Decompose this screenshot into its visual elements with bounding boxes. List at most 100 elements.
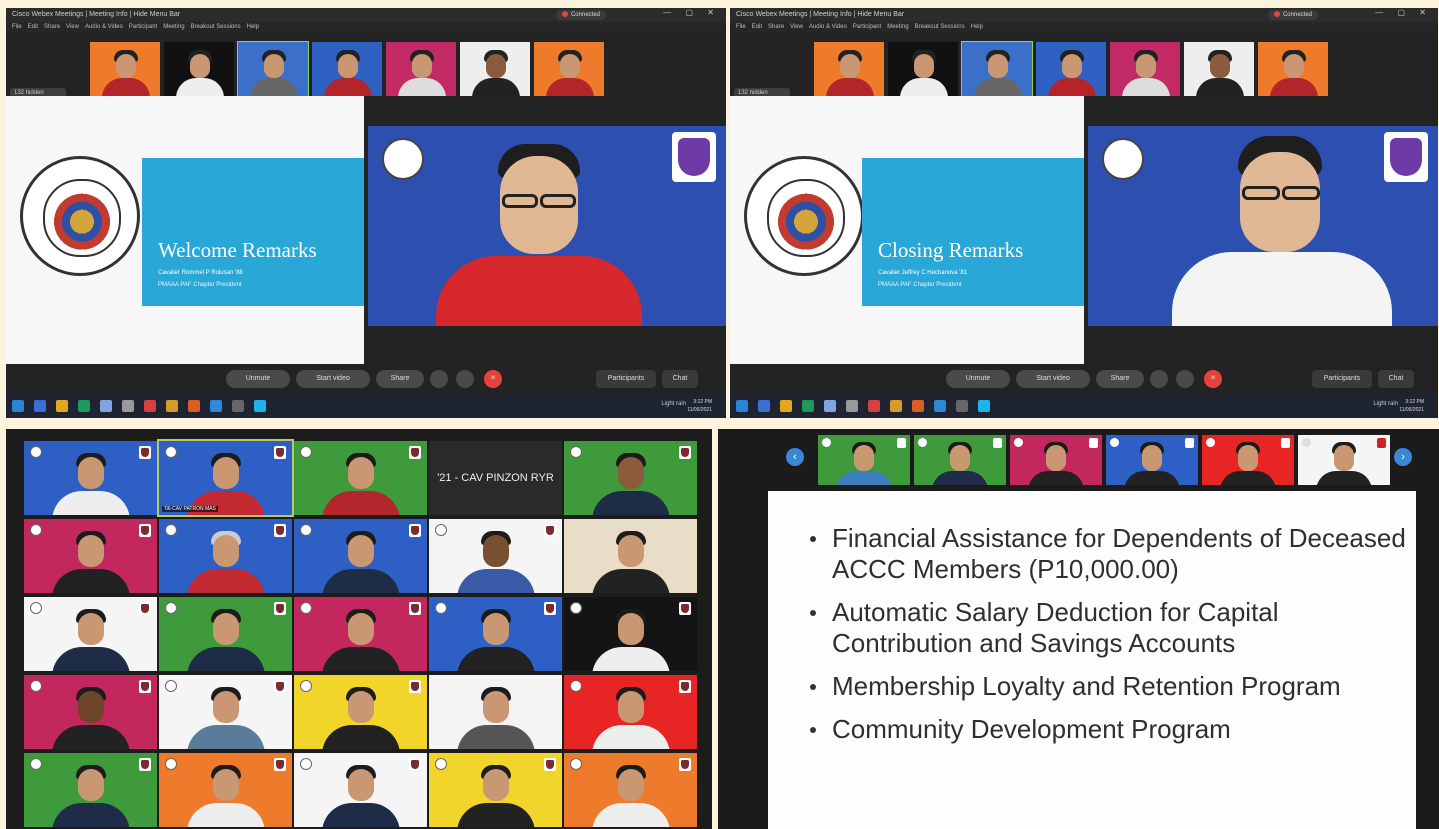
next-page-icon[interactable]: › (1394, 448, 1412, 466)
menu-share[interactable]: Share (768, 24, 784, 30)
participant-thumb[interactable] (90, 42, 160, 96)
participant-tile[interactable] (294, 441, 427, 515)
participant-name-tile[interactable]: '21 - CAV PINZON RYR (429, 441, 562, 515)
participant-thumb[interactable] (961, 41, 1033, 97)
participant-tile[interactable] (159, 597, 292, 671)
start-icon[interactable] (12, 400, 24, 412)
participant-tile[interactable] (24, 441, 157, 515)
participant-thumb[interactable] (237, 41, 309, 97)
taskbar-app-icon[interactable] (122, 400, 134, 412)
taskbar-app-icon[interactable] (890, 400, 902, 412)
share-button[interactable]: Share (1096, 370, 1144, 388)
chat-button[interactable]: Chat (662, 370, 698, 388)
participant-tile[interactable] (429, 675, 562, 749)
start-video-button[interactable]: Start video (296, 370, 370, 388)
menu-view[interactable]: View (66, 24, 79, 30)
participant-thumb[interactable] (1258, 42, 1328, 96)
participant-thumb[interactable] (386, 42, 456, 96)
taskbar-app-icon[interactable] (144, 400, 156, 412)
menu-participant[interactable]: Participant (129, 24, 157, 30)
participant-thumb[interactable] (1298, 435, 1390, 485)
reactions-icon[interactable] (430, 370, 448, 388)
menu-view[interactable]: View (790, 24, 803, 30)
menu-edit[interactable]: Edit (752, 24, 762, 30)
participant-tile[interactable] (159, 753, 292, 827)
menu-file[interactable]: File (736, 24, 746, 30)
menu-audio-video[interactable]: Audio & Video (85, 24, 123, 30)
menu-participant[interactable]: Participant (853, 24, 881, 30)
participant-thumb[interactable] (1106, 435, 1198, 485)
webex-taskbar-icon[interactable] (254, 400, 266, 412)
menu-meeting[interactable]: Meeting (163, 24, 184, 30)
menu-breakout[interactable]: Breakout Sessions (191, 24, 241, 30)
participant-tile[interactable] (294, 597, 427, 671)
participant-tile[interactable] (294, 753, 427, 827)
participant-tile-active[interactable]: '06-CAV PATRON MAS (157, 439, 294, 517)
participant-thumb[interactable] (914, 435, 1006, 485)
taskbar-app-icon[interactable] (210, 400, 222, 412)
taskbar-app-icon[interactable] (780, 400, 792, 412)
menu-file[interactable]: File (12, 24, 22, 30)
share-button[interactable]: Share (376, 370, 424, 388)
end-meeting-icon[interactable]: ✕ (1204, 370, 1222, 388)
unmute-button[interactable]: Unmute (226, 370, 290, 388)
participant-tile[interactable] (564, 519, 697, 593)
participant-thumb[interactable] (534, 42, 604, 96)
taskbar-app-icon[interactable] (100, 400, 112, 412)
participant-tile[interactable] (294, 519, 427, 593)
chat-button[interactable]: Chat (1378, 370, 1414, 388)
taskbar-app-icon[interactable] (868, 400, 880, 412)
participant-tile[interactable] (24, 675, 157, 749)
weather-tray[interactable]: Light rain (661, 401, 686, 407)
participants-button[interactable]: Participants (1312, 370, 1372, 388)
prev-page-icon[interactable]: ‹ (786, 448, 804, 466)
participant-tile[interactable] (159, 675, 292, 749)
participants-button[interactable]: Participants (596, 370, 656, 388)
participant-thumb[interactable] (818, 435, 910, 485)
more-options-icon[interactable] (1176, 370, 1194, 388)
menu-meeting[interactable]: Meeting (887, 24, 908, 30)
taskbar-app-icon[interactable] (802, 400, 814, 412)
taskbar-app-icon[interactable] (758, 400, 770, 412)
menu-breakout[interactable]: Breakout Sessions (915, 24, 965, 30)
menu-audio-video[interactable]: Audio & Video (809, 24, 847, 30)
taskbar-clock[interactable]: 3:22 PM 11/06/2021 (1399, 398, 1424, 414)
taskbar-app-icon[interactable] (912, 400, 924, 412)
start-video-button[interactable]: Start video (1016, 370, 1090, 388)
reactions-icon[interactable] (1150, 370, 1168, 388)
participant-tile[interactable] (24, 753, 157, 827)
unmute-button[interactable]: Unmute (946, 370, 1010, 388)
participant-thumb[interactable] (312, 42, 382, 96)
taskbar-app-icon[interactable] (824, 400, 836, 412)
taskbar-app-icon[interactable] (34, 400, 46, 412)
participant-tile[interactable] (429, 597, 562, 671)
menu-share[interactable]: Share (44, 24, 60, 30)
participant-thumb[interactable] (1036, 42, 1106, 96)
taskbar-app-icon[interactable] (78, 400, 90, 412)
participant-tile[interactable] (429, 753, 562, 827)
participant-tile[interactable] (564, 441, 697, 515)
taskbar-app-icon[interactable] (956, 400, 968, 412)
participant-thumb[interactable] (460, 42, 530, 96)
end-meeting-icon[interactable]: ✕ (484, 370, 502, 388)
participant-tile[interactable] (564, 753, 697, 827)
menu-edit[interactable]: Edit (28, 24, 38, 30)
menu-help[interactable]: Help (971, 24, 983, 30)
participant-thumb[interactable] (888, 42, 958, 96)
participant-tile[interactable] (159, 519, 292, 593)
more-options-icon[interactable] (456, 370, 474, 388)
connection-status[interactable]: Connected (1267, 10, 1318, 20)
taskbar-clock[interactable]: 3:22 PM 11/06/2021 (687, 398, 712, 414)
participant-thumb[interactable] (814, 42, 884, 96)
menu-help[interactable]: Help (247, 24, 259, 30)
taskbar-app-icon[interactable] (846, 400, 858, 412)
participant-thumb[interactable] (1110, 42, 1180, 96)
participant-tile[interactable] (24, 519, 157, 593)
participant-thumb[interactable] (164, 42, 234, 96)
connection-status[interactable]: Connected (555, 10, 606, 20)
window-controls[interactable]: — ▢ ✕ (663, 8, 720, 17)
taskbar-app-icon[interactable] (232, 400, 244, 412)
participant-tile[interactable] (24, 597, 157, 671)
start-icon[interactable] (736, 400, 748, 412)
webex-taskbar-icon[interactable] (978, 400, 990, 412)
